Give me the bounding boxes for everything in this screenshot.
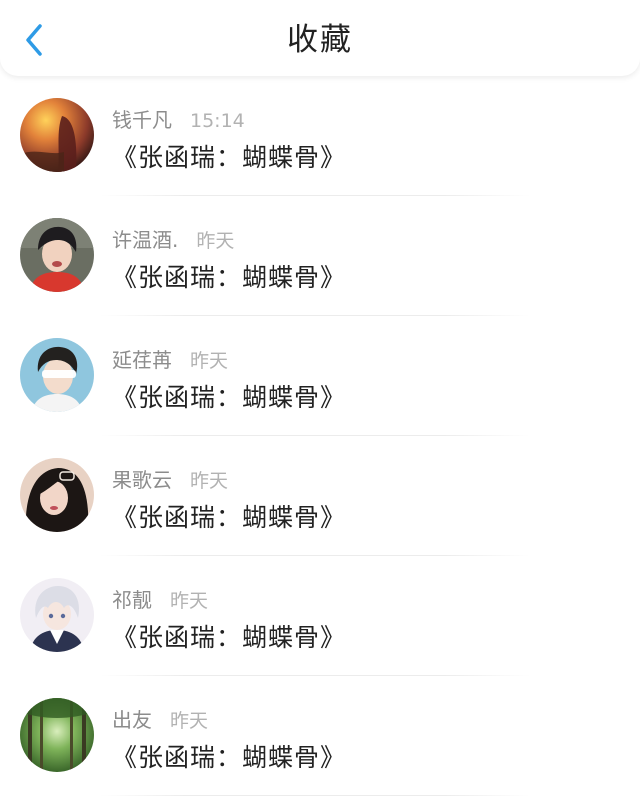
sender-name: 出友 [112, 708, 152, 732]
list-item[interactable]: 许温酒. 昨天 《张函瑞：蝴蝶骨》 [0, 196, 640, 316]
girl-dark-hair-avatar-icon [20, 458, 94, 532]
item-meta: 祁靓 昨天 [112, 584, 208, 613]
item-time: 15:14 [190, 110, 245, 132]
avatar[interactable] [20, 218, 94, 292]
list-item[interactable]: 果歌云 昨天 《张函瑞：蝴蝶骨》 [0, 436, 640, 556]
item-meta: 许温酒. 昨天 [112, 224, 234, 253]
item-meta: 出友 昨天 [112, 704, 208, 733]
item-message: 《张函瑞：蝴蝶骨》 [112, 263, 347, 292]
avatar[interactable] [20, 698, 94, 772]
anime-white-hair-avatar-icon [20, 578, 94, 652]
boy-blindfold-avatar-icon [20, 338, 94, 412]
avatar[interactable] [20, 578, 94, 652]
list-item[interactable]: 出友 昨天 《张函瑞：蝴蝶骨》 [0, 676, 640, 796]
item-message: 《张函瑞：蝴蝶骨》 [112, 503, 347, 532]
page-title: 收藏 [287, 22, 353, 58]
item-message: 《张函瑞：蝴蝶骨》 [112, 143, 347, 172]
item-message: 《张函瑞：蝴蝶骨》 [112, 743, 347, 772]
avatar[interactable] [20, 458, 94, 532]
forest-avatar-icon [20, 698, 94, 772]
item-time: 昨天 [190, 350, 229, 372]
sender-name: 祁靓 [112, 588, 152, 612]
item-time: 昨天 [170, 590, 209, 612]
list-item[interactable]: 祁靓 昨天 《张函瑞：蝴蝶骨》 [0, 556, 640, 676]
item-time: 昨天 [190, 470, 229, 492]
item-message: 《张函瑞：蝴蝶骨》 [112, 623, 347, 652]
avatar[interactable] [20, 338, 94, 412]
sender-name: 延荏苒 [112, 348, 172, 372]
item-time: 昨天 [196, 230, 235, 252]
sunset-avatar-icon [20, 98, 94, 172]
top-bar: 收藏 [0, 0, 640, 76]
item-meta: 钱千凡 15:14 [112, 104, 245, 133]
item-time: 昨天 [170, 710, 209, 732]
sender-name: 钱千凡 [112, 108, 172, 132]
sender-name: 果歌云 [112, 468, 172, 492]
item-meta: 延荏苒 昨天 [112, 344, 228, 373]
list-item[interactable]: 钱千凡 15:14 《张函瑞：蝴蝶骨》 [0, 76, 640, 196]
sender-name: 许温酒. [112, 228, 179, 252]
item-message: 《张函瑞：蝴蝶骨》 [112, 383, 347, 412]
list-item[interactable]: 延荏苒 昨天 《张函瑞：蝴蝶骨》 [0, 316, 640, 436]
boy-red-shirt-avatar-icon [20, 218, 94, 292]
favorites-list: 钱千凡 15:14 《张函瑞：蝴蝶骨》 许温酒. 昨天 《张函瑞：蝴蝶骨》 延荏… [0, 76, 640, 796]
item-meta: 果歌云 昨天 [112, 464, 228, 493]
avatar[interactable] [20, 98, 94, 172]
